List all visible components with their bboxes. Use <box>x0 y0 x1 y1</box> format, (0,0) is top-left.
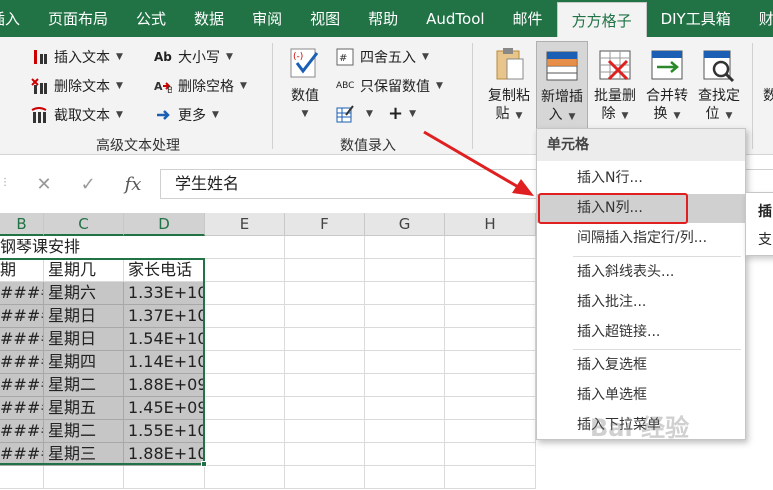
menu-divider <box>573 349 741 350</box>
menu-header: 单元格 <box>537 129 745 161</box>
submenu-flyout: 插 支 <box>745 192 773 256</box>
menu-divider <box>573 256 741 257</box>
menu-item-insert-checkbox[interactable]: 插入复选框 <box>537 351 745 380</box>
menu-item-insert-columns[interactable]: 插入N列... <box>537 194 745 223</box>
menu-item-insert-rows[interactable]: 插入N行... <box>537 164 745 193</box>
menu-item-interval-insert[interactable]: 间隔插入指定行/列... <box>537 224 745 253</box>
submenu-item[interactable]: 插 <box>758 201 772 221</box>
menu-item-insert-radio[interactable]: 插入单选框 <box>537 381 745 410</box>
menu-item-diagonal-header[interactable]: 插入斜线表头... <box>537 258 745 287</box>
menu-item-insert-comment[interactable]: 插入批注... <box>537 288 745 317</box>
insert-dropdown-menu: 单元格 插入N行... 插入N列... 间隔插入指定行/列... 插入斜线表头.… <box>536 128 746 440</box>
submenu-item[interactable]: 支 <box>758 229 772 249</box>
menu-item-insert-hyperlink[interactable]: 插入超链接... <box>537 318 745 347</box>
watermark-logo: Bai 经验 <box>590 414 690 442</box>
